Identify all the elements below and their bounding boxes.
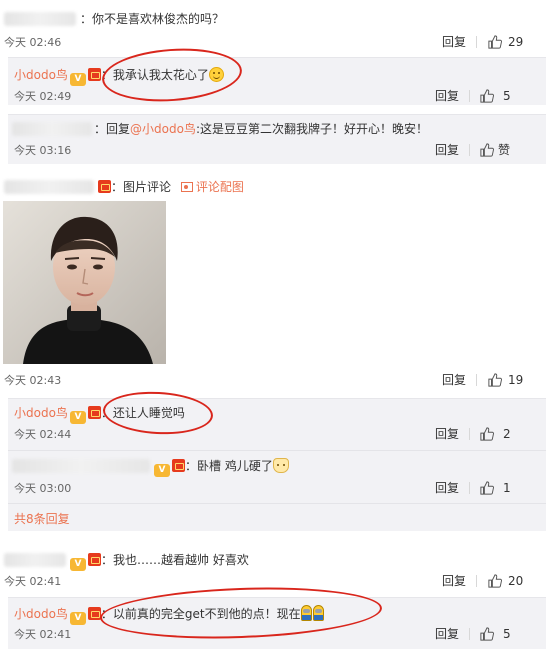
comment-time: 今天 02:44 [14,428,72,441]
red-envelope-badge-icon [172,459,185,472]
thumbs-up-icon[interactable] [488,574,502,588]
like-count: 2 [503,427,511,441]
like-count: 19 [508,373,524,387]
reply-button[interactable]: 回复 [442,372,466,388]
reply-prefix: ：回复 [94,122,131,136]
cat-emoji-icon [272,458,289,473]
red-envelope-badge-icon [98,180,111,193]
reply-button[interactable]: 回复 [435,480,459,496]
blurred-username [4,180,94,194]
username-link[interactable]: 小dodo鸟 [14,406,68,420]
comment-text: ：我也……越看越帅 好喜欢 [101,553,249,567]
reply-button[interactable]: 回复 [435,426,459,442]
vip-crown-icon: V [70,558,86,571]
like-count: 20 [508,574,524,588]
comment-time: 今天 03:00 [14,482,72,495]
red-envelope-badge-icon [87,68,101,81]
comment-time: 今天 03:16 [14,144,72,157]
comment-line: ：图片评论 评论配图 [96,179,244,195]
comment-time: 今天 02:43 [4,374,62,387]
portrait-illustration [3,201,166,364]
thumbs-up-icon[interactable] [488,373,502,387]
vip-crown-icon: V [69,73,86,86]
mention-link[interactable]: @小dodo鸟 [130,122,196,136]
reply-button[interactable]: 回复 [435,626,459,642]
comment-time: 今天 02:41 [14,628,72,641]
view-picture-link[interactable]: 评论配图 [180,180,244,194]
like-label[interactable]: 赞 [498,142,510,158]
vip-crown-icon: V [154,464,170,477]
picture-icon [180,182,193,192]
divider [469,144,470,156]
blurred-username [4,12,76,26]
red-envelope-badge-icon [88,553,101,566]
thumbs-up-icon[interactable] [480,89,494,103]
comment-line: V ：我也……越看越帅 好喜欢 [68,552,249,571]
like-count: 1 [503,481,511,495]
blurred-username [12,459,150,473]
comment-text: ：你不是喜欢林俊杰的吗？ [80,12,225,26]
thumbs-up-icon[interactable] [480,481,494,495]
comment-time: 今天 02:41 [4,575,62,588]
sub-reply-line: ：回复@小dodo鸟:这是豆豆第二次翻我牌子！好开心！晚安！ [94,121,428,137]
divider [469,628,470,640]
pic-comment-label: 图片评论 [123,180,172,194]
sub-reply-line: V ：卧槽 鸡儿硬了 [152,458,289,477]
reply-button[interactable]: 回复 [442,34,466,50]
red-envelope-badge-icon [87,406,101,419]
vip-crown-icon: V [69,612,86,625]
blurred-username [12,122,92,136]
vip-crown-icon: V [69,411,86,424]
divider [469,428,470,440]
thumbs-up-icon[interactable] [480,143,494,157]
thumbs-up-icon[interactable] [480,427,494,441]
sub-reply-text: :这是豆豆第二次翻我牌子！好开心！晚安！ [195,122,428,136]
reply-button[interactable]: 回复 [442,573,466,589]
divider [476,575,477,587]
divider [8,450,546,451]
reply-button[interactable]: 回复 [435,88,459,104]
like-count: 5 [503,89,511,103]
view-picture-label: 评论配图 [195,180,244,194]
comment-time: 今天 02:46 [4,36,62,49]
sub-reply-text: ：卧槽 鸡儿硬了 [185,459,273,473]
thumbs-up-icon[interactable] [488,35,502,49]
thumbs-up-icon[interactable] [480,627,494,641]
username-link[interactable]: 小dodo鸟 [14,68,68,82]
reply-button[interactable]: 回复 [435,142,459,158]
username-link[interactable]: 小dodo鸟 [14,607,68,621]
blurred-username [4,553,66,567]
like-count: 5 [503,627,511,641]
red-envelope-badge-icon [87,607,101,620]
divider [476,36,477,48]
divider [469,90,470,102]
like-count: 29 [508,35,524,49]
comment-image[interactable] [3,201,166,364]
divider [8,503,546,504]
comment-time: 今天 02:49 [14,90,72,103]
more-replies-link[interactable]: 共8条回复 [14,511,70,527]
divider [469,482,470,494]
divider [476,374,477,386]
